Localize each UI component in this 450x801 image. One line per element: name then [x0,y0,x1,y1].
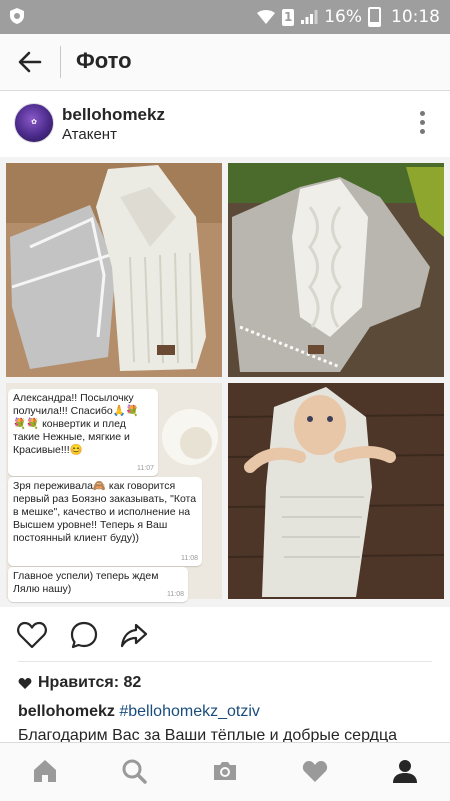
search-icon[interactable] [120,757,148,785]
chat-message-time: 11:08 [167,591,184,598]
post-location[interactable]: Атакент [62,126,117,143]
sim-icon: 1 [282,8,295,26]
action-divider [18,661,432,662]
clock: 10:18 [391,7,440,27]
more-options-icon[interactable] [420,111,426,135]
app-notification-icon [10,8,24,24]
chat-message-time: 11:07 [137,465,154,472]
caption-hashtag[interactable]: #bellohomekz_otziv [119,703,260,720]
header-divider [60,46,61,78]
wifi-icon [257,10,276,24]
battery-icon [368,7,381,27]
chat-message-time: 11:08 [181,555,198,562]
page-title: Фото [76,48,132,73]
back-arrow-icon[interactable] [16,48,44,76]
post-actions [0,607,450,661]
battery-percent: 16% [324,7,362,27]
activity-heart-icon[interactable] [301,757,329,785]
caption-username[interactable]: bellohomekz [18,703,115,720]
post-caption: bellohomekz #bellohomekz_otziv [18,703,260,721]
chat-message: Зря переживала🙈 как говорится первый раз… [8,477,202,566]
home-icon[interactable] [31,757,59,785]
avatar[interactable]: ✿ [14,103,54,143]
heart-icon[interactable] [16,619,48,651]
post-header: ✿ bellohomekz Атакент [0,91,450,157]
like-heart-icon [18,677,32,689]
chat-message: Александра!! Посылочку получила!!! Спаси… [8,389,158,476]
camera-icon[interactable] [211,757,239,785]
chat-message: Главное успели) теперь ждем Лялю нашу) 1… [8,567,188,602]
comment-icon[interactable] [68,619,100,651]
likes-label: Нравится: 82 [38,674,142,691]
status-bar: 1 16% 10:18 [0,0,450,34]
chat-message-text: Зря переживала🙈 как говорится первый раз… [13,480,197,544]
chat-message-text: Главное успели) теперь ждем Лялю нашу) [13,570,159,595]
post-photo[interactable]: Александра!! Посылочку получила!!! Спаси… [0,157,450,607]
bottom-navigation [0,742,450,801]
likes-count[interactable]: Нравится: 82 [18,674,141,692]
top-app-bar: Фото [0,34,450,91]
profile-icon[interactable] [391,757,419,785]
share-icon[interactable] [118,619,150,651]
signal-icon [301,10,318,24]
post-username[interactable]: bellohomekz [62,105,165,125]
chat-message-text: Александра!! Посылочку получила!!! Спаси… [13,392,139,456]
